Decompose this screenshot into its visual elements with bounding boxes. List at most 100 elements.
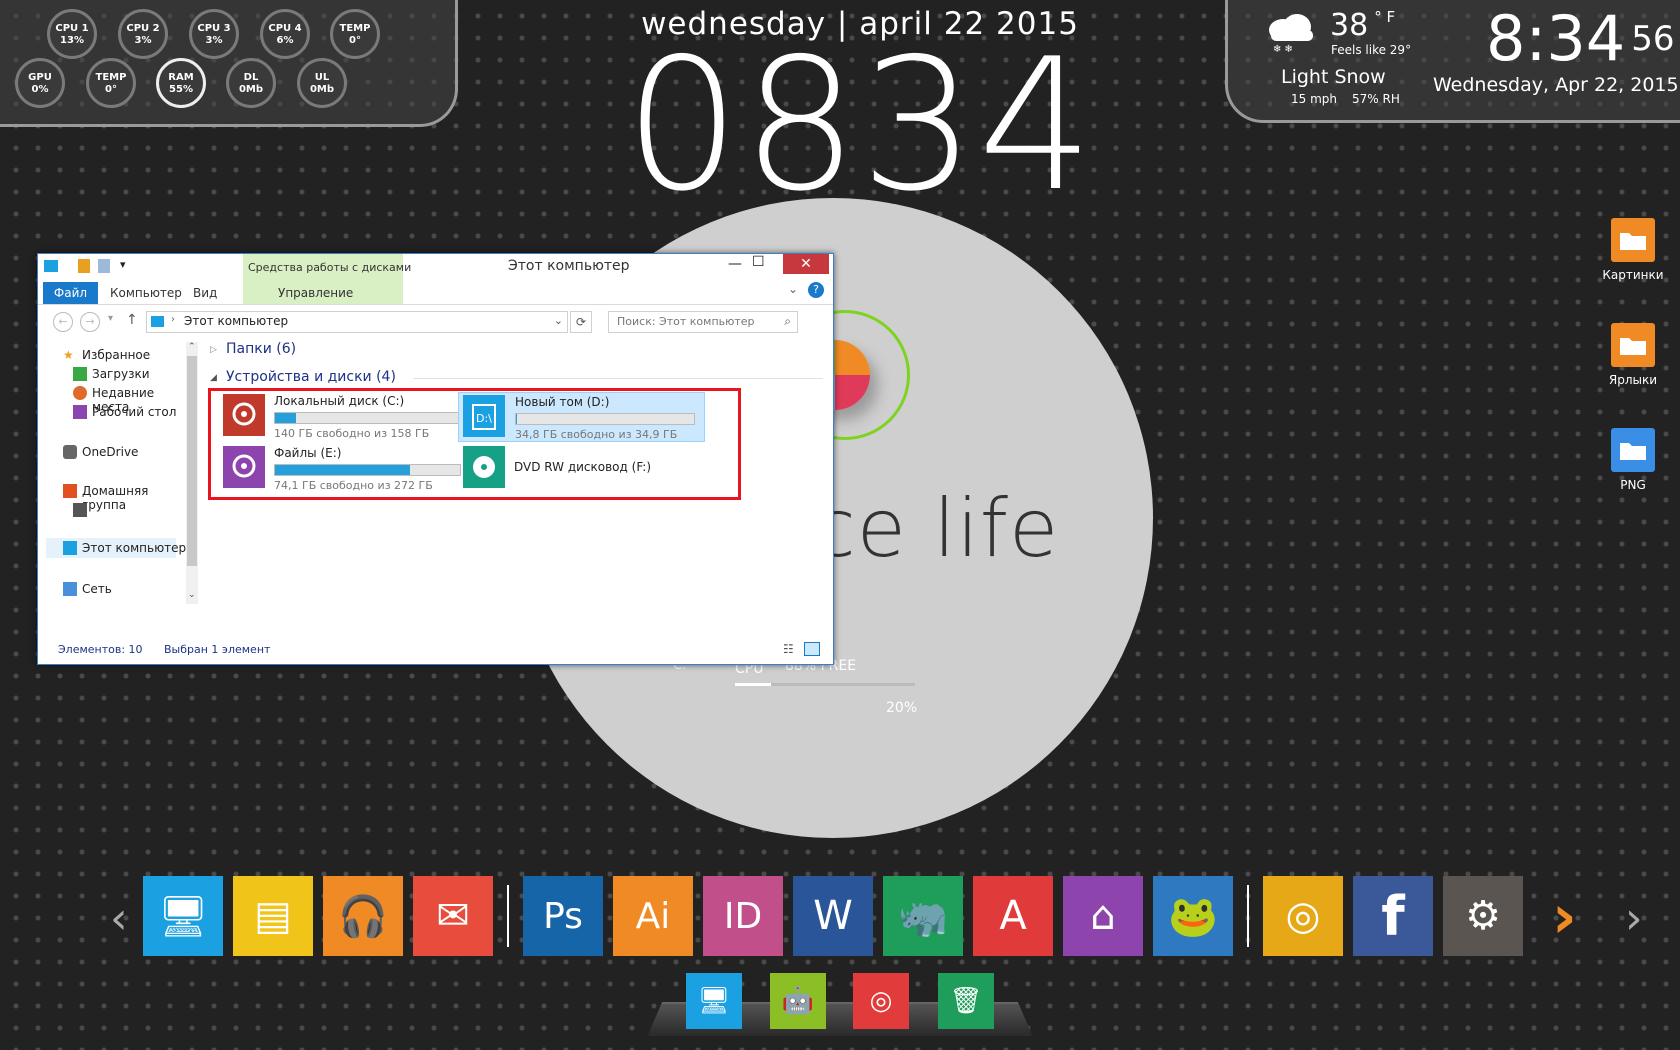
drive-f[interactable]: DVD RW дисковод (F:) <box>458 444 703 492</box>
desktop-folder-pictures[interactable]: Картинки <box>1588 218 1678 282</box>
nav-desktop[interactable]: Рабочий стол <box>92 405 176 419</box>
status-item-count: Элементов: 10 <box>58 643 143 656</box>
drive-free-space: 140 ГБ свободно из 158 ГБ <box>274 427 430 440</box>
drive-free-space: 34,8 ГБ свободно из 34,9 ГБ <box>515 428 678 441</box>
nav-homegroup[interactable]: Домашняя группа <box>82 484 188 512</box>
nav-thispc[interactable]: Этот компьютер <box>82 541 186 555</box>
download-gauge: DL 0Mb <box>226 58 276 108</box>
volume-icon: D:\ <box>463 395 505 437</box>
forward-button[interactable]: → <box>80 312 100 332</box>
drive-usage-bar <box>274 412 461 424</box>
folders-group-header[interactable]: Папки (6) <box>226 341 296 357</box>
close-button[interactable]: ✕ <box>783 254 829 274</box>
folder-icon <box>1611 323 1655 367</box>
ribbon-expand-icon[interactable]: ⌄ <box>788 282 798 296</box>
desktop-icon <box>73 405 87 419</box>
dock-frog-icon[interactable]: 🐸 <box>1153 876 1233 956</box>
nav-favorites[interactable]: Избранное <box>82 348 150 362</box>
tab-view[interactable]: Вид <box>193 286 217 300</box>
drive-usage-bar <box>515 413 695 425</box>
expand-folders-icon[interactable]: ▷ <box>210 345 217 355</box>
cpu4-gauge: CPU 4 6% <box>260 9 310 59</box>
address-text: Этот компьютер <box>184 314 289 328</box>
scroll-down-icon[interactable]: ⌄ <box>188 590 196 600</box>
dock-computer-icon[interactable]: 🖥 <box>143 876 223 956</box>
star-icon: ★ <box>63 348 74 362</box>
dvd-drive-icon <box>463 446 505 488</box>
nav-scrollbar[interactable]: ⌃ ⌄ <box>186 342 198 604</box>
ribbon-divider <box>38 304 833 305</box>
tab-file[interactable]: Файл <box>43 282 98 304</box>
system-monitor-panel: CPU 1 13% CPU 2 3% CPU 3 3% CPU 4 6% TEMP 0° … <box>0 0 458 127</box>
help-icon[interactable]: ? <box>808 282 824 298</box>
maximize-button[interactable]: ☐ <box>752 254 765 270</box>
new-folder-icon[interactable] <box>98 259 110 273</box>
details-view-icon[interactable]: ☷ <box>783 642 794 656</box>
back-button[interactable]: ← <box>53 312 73 332</box>
desktop-icon-label: Картинки <box>1602 268 1664 282</box>
dock-mail-icon[interactable]: ✉ <box>413 876 493 956</box>
disk-tools-label: Средства работы с дисками <box>248 261 412 274</box>
dock-chrome-icon[interactable]: ◎ <box>1263 876 1343 956</box>
dock-illustrator-icon[interactable]: Ai <box>613 876 693 956</box>
dock-facebook-icon[interactable]: f <box>1353 876 1433 956</box>
status-selected: Выбран 1 элемент <box>164 643 271 656</box>
mini-dock-computer-icon[interactable]: 🖥 <box>686 973 742 1029</box>
mini-dock-trash-icon[interactable]: 🗑 <box>938 973 994 1029</box>
dock-prev-arrow[interactable]: ‹ <box>110 893 128 944</box>
homegroup-icon <box>63 484 77 498</box>
window-title: Этот компьютер <box>508 258 630 274</box>
desktop-folder-shortcuts[interactable]: Ярлыки <box>1588 323 1678 387</box>
dock-music-icon[interactable]: 🎧 <box>323 876 403 956</box>
up-button[interactable]: ↑ <box>126 312 138 328</box>
dock-photoshop-icon[interactable]: Ps <box>523 876 603 956</box>
mini-dock-chrome-icon[interactable]: ◎ <box>853 973 909 1029</box>
search-input[interactable]: Поиск: Этот компьютер ⌕ <box>608 311 798 333</box>
drive-free-space: 74,1 ГБ свободно из 272 ГБ <box>274 479 433 492</box>
cpu3-gauge: CPU 3 3% <box>189 9 239 59</box>
quick-access-dropdown-icon[interactable]: ▾ <box>120 258 126 271</box>
drive-name: Локальный диск (C:) <box>274 394 405 408</box>
address-dropdown-icon[interactable]: ⌄ <box>554 314 563 327</box>
dock-word-icon[interactable]: W <box>793 876 873 956</box>
computer-icon <box>44 260 58 272</box>
snow-cloud-icon: ❄ ❄ <box>1263 10 1319 55</box>
address-bar[interactable]: › Этот компьютер ⌄ <box>146 311 568 333</box>
onedrive-icon <box>63 445 77 459</box>
drive-c[interactable]: Локальный диск (C:) 140 ГБ свободно из 1… <box>218 392 468 440</box>
dock-acrobat-icon[interactable]: A <box>973 876 1053 956</box>
mini-dock-android-icon[interactable]: 🤖 <box>770 973 826 1029</box>
folder-icon <box>1611 428 1655 472</box>
navigation-pane: ★ Избранное Загрузки Недавние места Рабо… <box>38 338 188 608</box>
upload-gauge: UL 0Mb <box>297 58 347 108</box>
collapse-devices-icon[interactable]: ◢ <box>210 373 217 383</box>
dock-rhino-icon[interactable]: 🦏 <box>883 876 963 956</box>
dock-indesign-icon[interactable]: ID <box>703 876 783 956</box>
recent-locations-icon[interactable]: ▾ <box>108 313 113 324</box>
dock-next-arrow[interactable]: › <box>1625 893 1643 944</box>
dock-next-orange-arrow[interactable]: › <box>1552 882 1577 952</box>
desktop-folder-png[interactable]: PNG <box>1588 428 1678 492</box>
tab-manage[interactable]: Управление <box>278 286 353 300</box>
minimize-button[interactable]: — <box>728 256 742 272</box>
nav-downloads[interactable]: Загрузки <box>92 367 150 381</box>
nav-network[interactable]: Сеть <box>82 582 112 596</box>
svg-text:D:\: D:\ <box>476 412 492 425</box>
nav-onedrive[interactable]: OneDrive <box>82 445 138 459</box>
drive-e[interactable]: Файлы (E:) 74,1 ГБ свободно из 272 ГБ <box>218 444 468 492</box>
refresh-button[interactable]: ⟳ <box>570 311 592 333</box>
drive-name: Файлы (E:) <box>274 446 342 460</box>
properties-icon[interactable] <box>78 259 90 273</box>
tab-computer[interactable]: Компьютер <box>110 286 182 300</box>
user-avatar[interactable] <box>73 503 87 517</box>
drive-usage-fill <box>275 465 410 475</box>
dock-home-design-icon[interactable]: ⌂ <box>1063 876 1143 956</box>
large-icons-view-icon[interactable] <box>804 642 820 656</box>
weather-feels: Feels like 29° <box>1331 43 1412 57</box>
scroll-up-icon[interactable]: ⌃ <box>188 342 196 352</box>
drive-d[interactable]: D:\ Новый том (D:) 34,8 ГБ свободно из 3… <box>458 392 705 442</box>
dock-notes-icon[interactable]: ▤ <box>233 876 313 956</box>
devices-group-header[interactable]: Устройства и диски (4) <box>226 369 396 385</box>
scroll-thumb[interactable] <box>187 356 197 566</box>
dock-steam-icon[interactable]: ⚙ <box>1443 876 1523 956</box>
